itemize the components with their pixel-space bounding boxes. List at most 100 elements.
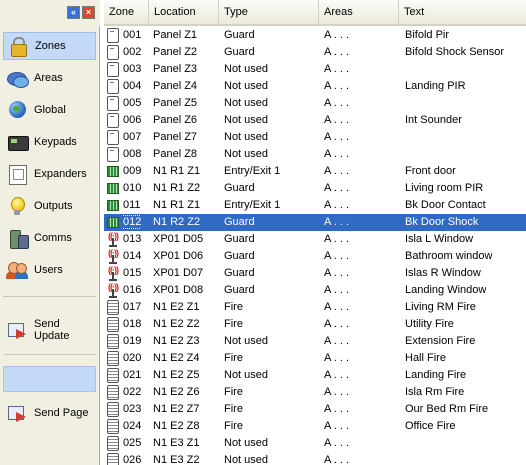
table-row[interactable]: ((·)) 016 XP01 D08 Guard A . . . Landing Wind… <box>104 282 526 299</box>
close-panel-icon[interactable]: × <box>82 6 95 19</box>
cell-type-value: Not used <box>224 335 269 347</box>
table-row[interactable]: 026 N1 E3 Z2 Not used A . . . <box>104 452 526 465</box>
cell-areas-value: A . . . <box>324 284 350 296</box>
cell-zone-value: 015 <box>123 267 142 279</box>
cell-location: Panel Z4 <box>153 78 197 95</box>
table-row[interactable]: ((·)) 015 XP01 D07 Guard A . . . Islas R Wind… <box>104 265 526 282</box>
table-row[interactable]: 007 Panel Z7 Not used A . . . <box>104 129 526 146</box>
panel-device-icon <box>107 28 119 43</box>
cell-zone-value: 025 <box>123 437 142 449</box>
cell-text-value: Bathroom window <box>405 250 493 262</box>
cell-type-value: Fire <box>224 403 243 415</box>
table-row[interactable]: 025 N1 E3 Z1 Not used A . . . <box>104 435 526 452</box>
column-header-type[interactable]: Type <box>219 0 319 24</box>
table-row[interactable]: 019 N1 E2 Z3 Not used A . . . Extension Fire <box>104 333 526 350</box>
sidebar-item-global[interactable]: Global <box>3 96 96 124</box>
cell-areas: A . . . <box>324 146 349 163</box>
cell-areas-value: A . . . <box>324 267 350 279</box>
detector-device-icon <box>107 300 119 315</box>
sidebar-item-keypads[interactable]: Keypads <box>3 128 96 156</box>
panel-device-icon <box>107 113 119 128</box>
table-row[interactable]: ((·)) 013 XP01 D05 Guard A . . . Isla L Windo… <box>104 231 526 248</box>
cell-location-value: N1 E2 Z1 <box>153 301 200 313</box>
cell-areas-value: A . . . <box>324 46 350 58</box>
cell-location: Panel Z5 <box>153 95 197 112</box>
radio-device-icon: ((·)) <box>107 266 119 281</box>
cell-location-value: N1 R1 Z2 <box>153 182 201 194</box>
cell-text: Landing Fire <box>405 367 466 384</box>
table-row[interactable]: 004 Panel Z4 Not used A . . . Landing PIR <box>104 78 526 95</box>
send-page-button[interactable]: Send Page <box>3 399 96 427</box>
cell-zone-value: 013 <box>123 233 142 245</box>
cell-zone-value: 011 <box>123 199 141 211</box>
cell-areas: A . . . <box>324 112 349 129</box>
cell-areas-value: A . . . <box>324 420 350 432</box>
cell-type: Fire <box>224 350 243 367</box>
sidebar-divider <box>3 354 96 355</box>
panel-device-icon <box>107 147 119 162</box>
sidebar-item-zones[interactable]: Zones <box>3 32 96 60</box>
column-header-areas[interactable]: Areas <box>319 0 399 24</box>
cell-location: N1 R1 Z2 <box>153 180 200 197</box>
table-row[interactable]: 006 Panel Z6 Not used A . . . Int Sounder <box>104 112 526 129</box>
cell-type-value: Guard <box>224 29 255 41</box>
table-row[interactable]: 022 N1 E2 Z6 Fire A . . . Isla Rm Fire <box>104 384 526 401</box>
cell-areas: A . . . <box>324 248 349 265</box>
sidebar-item-areas[interactable]: Areas <box>3 64 96 92</box>
table-row[interactable]: 005 Panel Z5 Not used A . . . <box>104 95 526 112</box>
sidebar-item-users[interactable]: Users <box>3 256 96 284</box>
keypad-device-icon <box>107 183 119 194</box>
table-row[interactable]: 020 N1 E2 Z4 Fire A . . . Hall Fire <box>104 350 526 367</box>
column-header-zone[interactable]: Zone <box>104 0 149 24</box>
cell-text-value: Int Sounder <box>405 114 462 126</box>
cell-zone: 004 <box>123 78 141 95</box>
sidebar-item-expanders[interactable]: Expanders <box>3 160 96 188</box>
cell-text-value: Utility Fire <box>405 318 454 330</box>
cell-type: Entry/Exit 1 <box>224 197 280 214</box>
table-row[interactable]: 011 N1 R1 Z1 Entry/Exit 1 A . . . Bk Door Co… <box>104 197 526 214</box>
table-row[interactable]: 002 Panel Z2 Guard A . . . Bifold Shock Sens… <box>104 44 526 61</box>
panel-device-icon <box>107 130 119 145</box>
table-row[interactable]: 003 Panel Z3 Not used A . . . <box>104 61 526 78</box>
cell-areas: A . . . <box>324 163 349 180</box>
table-row[interactable]: 009 N1 R1 Z1 Entry/Exit 1 A . . . Front door <box>104 163 526 180</box>
table-row[interactable]: 018 N1 E2 Z2 Fire A . . . Utility Fire <box>104 316 526 333</box>
areas-icon <box>6 67 29 89</box>
cell-zone-value: 003 <box>123 63 142 75</box>
cell-location-value: Panel Z4 <box>153 80 198 92</box>
cell-areas-value: A . . . <box>324 216 350 228</box>
cell-zone-value: 018 <box>123 318 142 330</box>
table-row[interactable]: 012 N1 R2 Z2 Guard A . . . Bk Door Shock <box>104 214 526 231</box>
table-row[interactable]: 010 N1 R1 Z2 Guard A . . . Living room PIR <box>104 180 526 197</box>
detector-device-icon <box>107 368 119 383</box>
cell-type: Fire <box>224 401 243 418</box>
table-row[interactable]: 001 Panel Z1 Guard A . . . Bifold Pir <box>104 27 526 44</box>
table-row[interactable]: 021 N1 E2 Z5 Not used A . . . Landing Fire <box>104 367 526 384</box>
sidebar-item-comms[interactable]: Comms <box>3 224 96 252</box>
cell-text: Extension Fire <box>405 333 475 350</box>
cell-type-value: Fire <box>224 386 243 398</box>
cell-location-value: XP01 D08 <box>153 284 204 296</box>
cell-type: Guard <box>224 265 255 282</box>
cell-areas: A . . . <box>324 197 349 214</box>
cell-zone-value: 014 <box>123 250 142 262</box>
table-row[interactable]: 023 N1 E2 Z7 Fire A . . . Our Bed Rm Fire <box>104 401 526 418</box>
cell-type-value: Not used <box>224 63 269 75</box>
cell-zone: 015 <box>123 265 141 282</box>
send-update-button[interactable]: Send Update <box>3 316 96 344</box>
table-row[interactable]: 024 N1 E2 Z8 Fire A . . . Office Fire <box>104 418 526 435</box>
expander-icon <box>6 163 28 185</box>
cell-zone: 010 <box>123 180 141 197</box>
cell-areas-value: A . . . <box>324 369 350 381</box>
cell-text-value: Office Fire <box>405 420 456 432</box>
cell-zone: 016 <box>123 282 141 299</box>
column-header-text[interactable]: Text <box>399 0 526 24</box>
collapse-panel-icon[interactable]: « <box>67 6 80 19</box>
cell-zone: 020 <box>123 350 141 367</box>
sidebar-item-outputs[interactable]: Outputs <box>3 192 96 220</box>
table-row[interactable]: 008 Panel Z8 Not used A . . . <box>104 146 526 163</box>
column-header-location[interactable]: Location <box>149 0 219 24</box>
cell-location-value: N1 R1 Z1 <box>153 165 201 177</box>
table-row[interactable]: 017 N1 E2 Z1 Fire A . . . Living RM Fire <box>104 299 526 316</box>
table-row[interactable]: ((·)) 014 XP01 D06 Guard A . . . Bathroom win… <box>104 248 526 265</box>
